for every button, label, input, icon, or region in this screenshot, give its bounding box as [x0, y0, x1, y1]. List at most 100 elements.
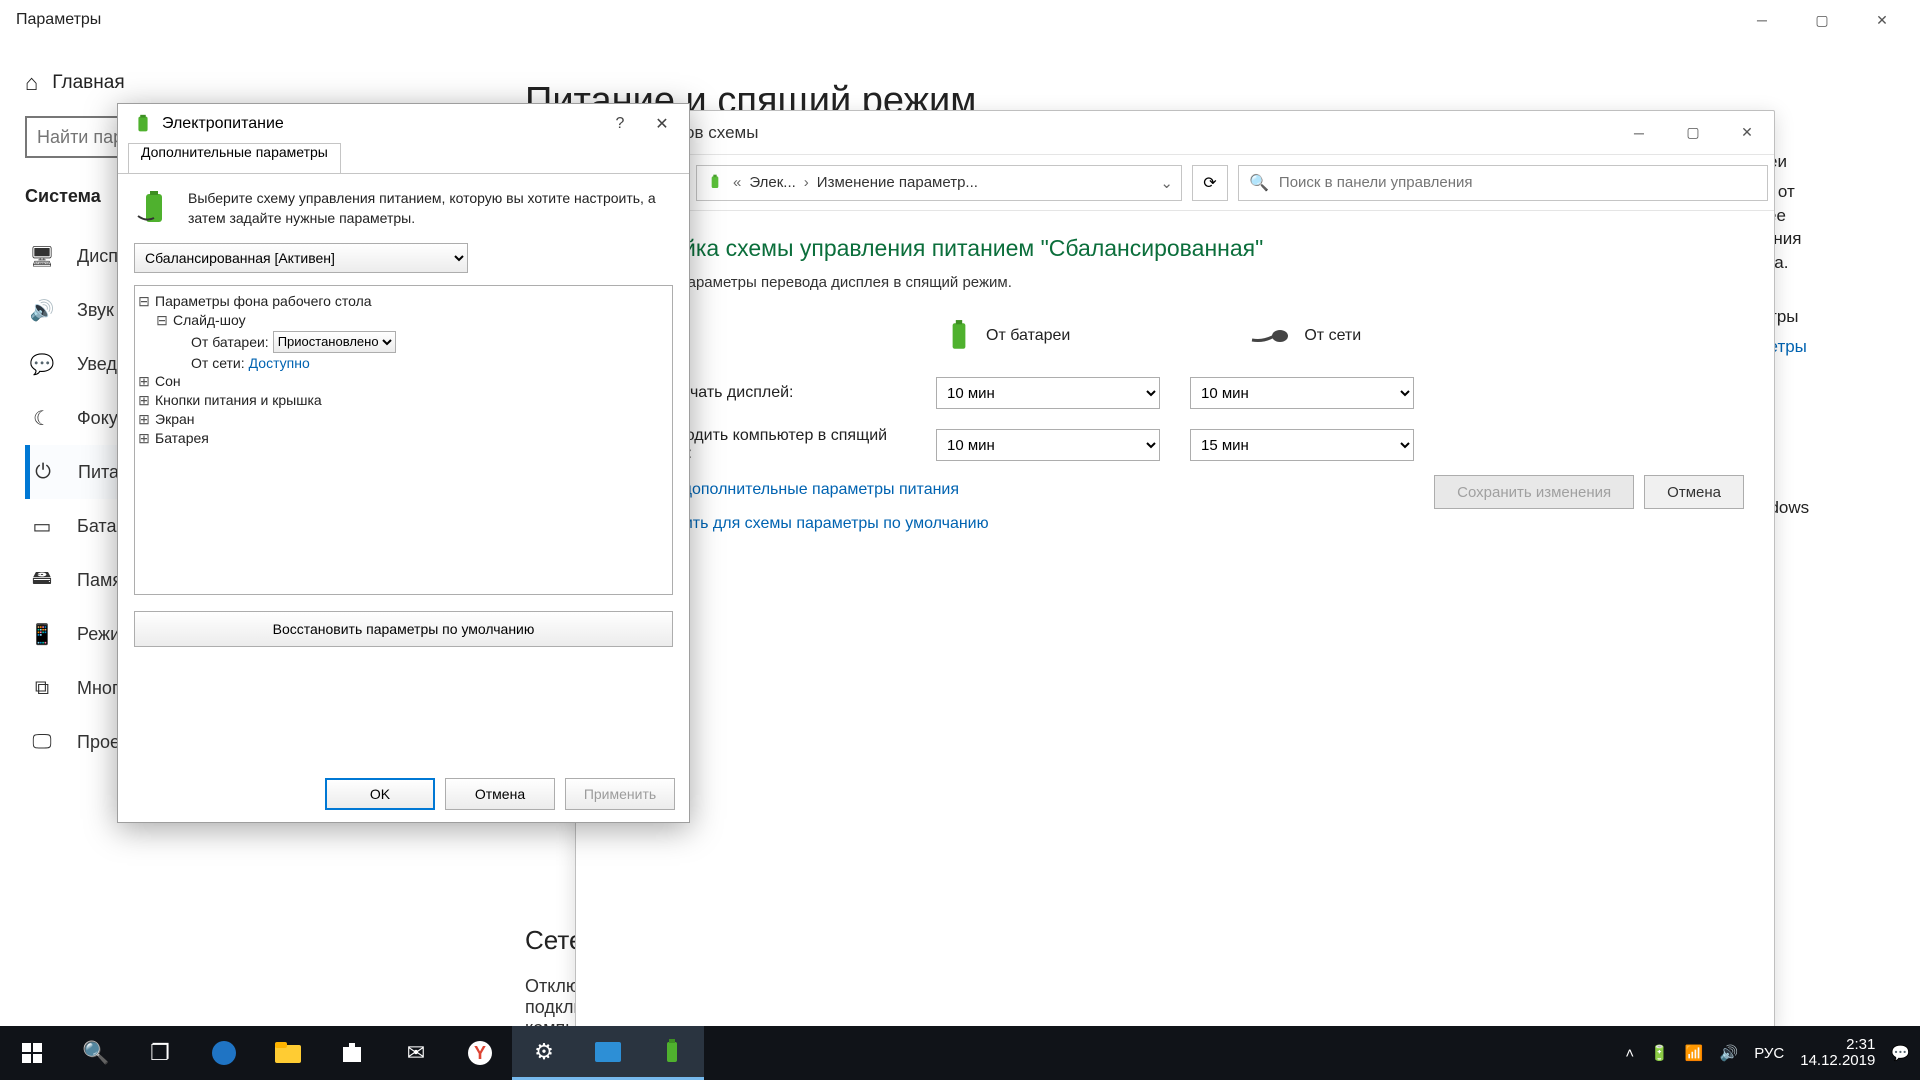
start-button[interactable]: [0, 1026, 64, 1080]
nav-label: Звук: [77, 300, 114, 321]
ok-button[interactable]: OK: [325, 778, 435, 810]
tree-battery[interactable]: ⊞Батарея: [137, 429, 666, 448]
sleep-ac-select[interactable]: 15 мин: [1190, 429, 1414, 461]
settings-title: Параметры: [8, 11, 1732, 29]
dialog-desc-text: Выберите схему управления питанием, кото…: [188, 188, 673, 229]
cpl-search-input[interactable]: [1279, 174, 1757, 191]
apply-button[interactable]: Применить: [565, 778, 675, 810]
scheme-select[interactable]: Сбалансированная [Активен]: [134, 243, 468, 273]
dialog-close-button[interactable]: ✕: [641, 104, 683, 144]
link-restore-defaults[interactable]: Восстановить для схемы параметры по умол…: [606, 515, 1744, 533]
battery-icon: ▭: [29, 514, 55, 539]
breadcrumb[interactable]: « Элек... › Изменение параметр... ⌄: [696, 165, 1182, 201]
security-task-icon[interactable]: [576, 1026, 640, 1080]
tab-advanced[interactable]: Дополнительные параметры: [128, 143, 341, 173]
store-icon[interactable]: [320, 1026, 384, 1080]
tree-screen[interactable]: ⊞Экран: [137, 410, 666, 429]
collapse-icon[interactable]: ⊟: [155, 312, 169, 329]
tree-sleep[interactable]: ⊞Сон: [137, 372, 666, 391]
bell-icon: 💬: [29, 352, 55, 377]
display-icon: 🖥: [29, 244, 55, 269]
search-button[interactable]: 🔍: [64, 1026, 128, 1080]
tray-battery-icon[interactable]: 🔋: [1650, 1044, 1669, 1062]
crumb-2[interactable]: Изменение параметр...: [817, 174, 978, 191]
home-icon: ⌂: [25, 70, 38, 96]
edit-plan-title: ие параметров схемы: [576, 123, 1612, 143]
tray-volume-icon[interactable]: 🔊: [1720, 1044, 1739, 1062]
dialog-help-button[interactable]: ?: [599, 104, 641, 144]
row-sleep: Переводить компьютер в спящий режим: 10 …: [606, 427, 1744, 463]
maximize-button[interactable]: ▢: [1792, 0, 1852, 40]
collapse-icon[interactable]: ⊟: [137, 293, 151, 310]
expand-icon[interactable]: ⊞: [137, 430, 151, 447]
tray-lang[interactable]: РУС: [1754, 1045, 1784, 1062]
cancel-button[interactable]: Отмена: [1644, 475, 1744, 509]
slideshow-battery-label: От батареи:: [191, 334, 269, 350]
cancel-button[interactable]: Отмена: [445, 778, 555, 810]
restore-defaults-button[interactable]: Восстановить параметры по умолчанию: [134, 611, 673, 647]
power-icon: [132, 113, 154, 135]
yandex-icon[interactable]: Y: [448, 1026, 512, 1080]
battery-graphic-icon: [134, 188, 174, 228]
col-battery-label: От батареи: [986, 327, 1070, 345]
settings-tree[interactable]: ⊟Параметры фона рабочего стола ⊟Слайд-шо…: [134, 285, 673, 595]
refresh-button[interactable]: ⟳: [1192, 165, 1228, 201]
cpl-close-button[interactable]: ✕: [1720, 111, 1774, 155]
tray-wifi-icon[interactable]: 📶: [1685, 1044, 1704, 1062]
cpl-subheading: Выберите параметры перевода дисплея в сп…: [606, 274, 1744, 291]
sleep-battery-select[interactable]: 10 мин: [936, 429, 1160, 461]
slideshow-battery-select[interactable]: Приостановлено: [273, 331, 396, 353]
col-ac-label: От сети: [1304, 327, 1361, 345]
expand-icon[interactable]: ⊞: [137, 411, 151, 428]
display-battery-select[interactable]: 10 мин: [936, 377, 1160, 409]
cpl-heading: Настройка схемы управления питанием "Сба…: [606, 235, 1744, 262]
dialog-tabs: Дополнительные параметры: [118, 144, 689, 174]
settings-task-icon[interactable]: ⚙: [512, 1026, 576, 1080]
cpl-minimize-button[interactable]: ─: [1612, 111, 1666, 155]
tray-date: 14.12.2019: [1800, 1053, 1875, 1070]
crumb-1[interactable]: Элек...: [749, 174, 795, 191]
project-icon: 🖵: [29, 731, 55, 754]
save-button[interactable]: Сохранить изменения: [1434, 475, 1634, 509]
edge-icon[interactable]: [192, 1026, 256, 1080]
power-columns: От батареи От сети: [946, 319, 1744, 353]
tree-buttons[interactable]: ⊞Кнопки питания и крышка: [137, 391, 666, 410]
taskview-button[interactable]: ❐: [128, 1026, 192, 1080]
sidebar-home[interactable]: ⌂ Главная: [25, 70, 460, 96]
col-battery: От батареи: [946, 319, 1070, 353]
plug-icик: [1250, 326, 1290, 346]
minimize-button[interactable]: ─: [1732, 0, 1792, 40]
moon-icon: ☾: [29, 406, 55, 431]
sound-icon: 🔊: [29, 298, 55, 323]
battery-icon: [946, 319, 972, 353]
tasks-icon: ⧉: [29, 677, 55, 700]
tray-notifications-icon[interactable]: 💬: [1891, 1044, 1910, 1062]
system-tray: ˄ 🔋 📶 🔊 РУС 2:31 14.12.2019 💬: [1615, 1037, 1920, 1070]
slideshow-ac-value[interactable]: Доступно: [249, 355, 310, 371]
power-task-icon[interactable]: [640, 1026, 704, 1080]
tray-clock[interactable]: 2:31 14.12.2019: [1800, 1037, 1875, 1070]
display-ac-select[interactable]: 10 мин: [1190, 377, 1414, 409]
mail-icon[interactable]: ✉: [384, 1026, 448, 1080]
expand-icon[interactable]: ⊞: [137, 373, 151, 390]
tray-chevron-icon[interactable]: ˄: [1625, 1045, 1634, 1062]
search-icon: 🔍: [1249, 173, 1269, 193]
power-icon: ⏻: [30, 461, 56, 484]
tree-slideshow[interactable]: ⊟Слайд-шоу: [137, 311, 666, 330]
cpl-search[interactable]: 🔍: [1238, 165, 1768, 201]
cpl-toolbar: ← → ↑ « Элек... › Изменение параметр... …: [576, 155, 1774, 211]
explorer-icon[interactable]: [256, 1026, 320, 1080]
chevron-right-icon: ›: [804, 174, 809, 191]
close-button[interactable]: ✕: [1852, 0, 1912, 40]
tree-slideshow-battery[interactable]: От батареи: Приостановлено: [137, 330, 666, 354]
tree-slideshow-ac[interactable]: От сети: Доступно: [137, 354, 666, 372]
power-plan-icon: [705, 173, 725, 193]
dialog-footer: OK Отмена Применить: [325, 778, 675, 810]
row-display: Отключать дисплей: 10 мин 10 мин: [606, 377, 1744, 409]
cpl-maximize-button[interactable]: ▢: [1666, 111, 1720, 155]
svg-text:Y: Y: [474, 1043, 486, 1063]
tablet-icon: 📱: [29, 622, 55, 647]
tree-bg-params[interactable]: ⊟Параметры фона рабочего стола: [137, 292, 666, 311]
chevron-down-icon[interactable]: ⌄: [1160, 174, 1173, 192]
expand-icon[interactable]: ⊞: [137, 392, 151, 409]
